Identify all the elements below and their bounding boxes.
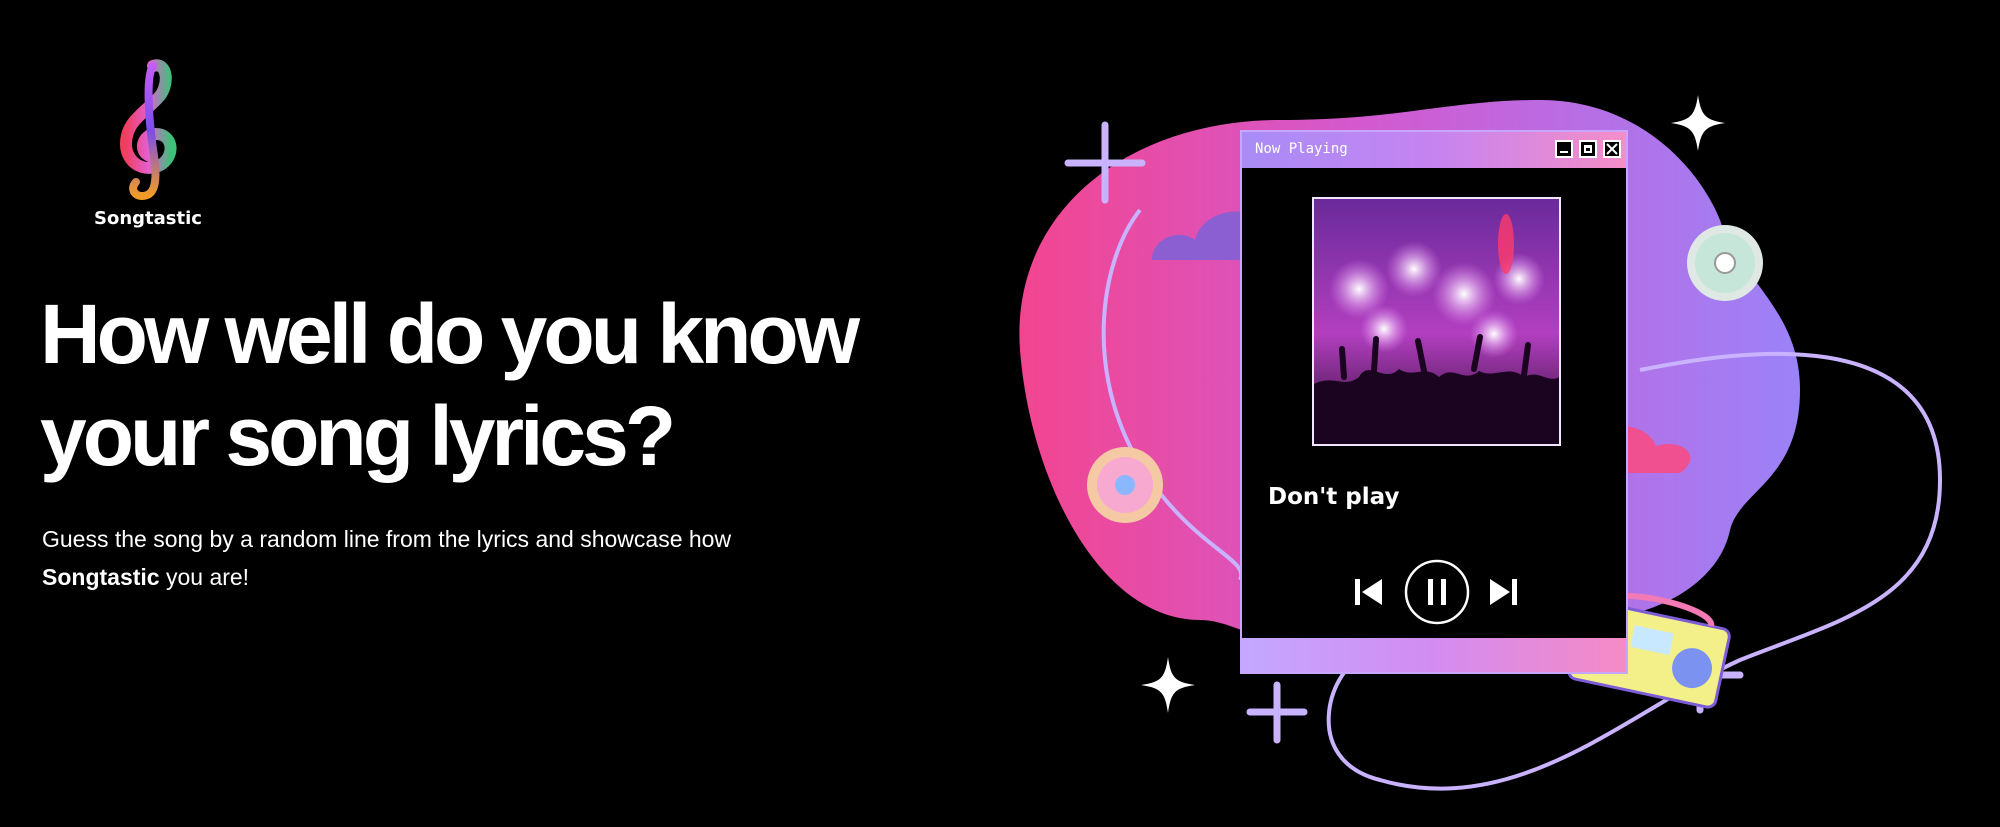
treble-clef-icon [119, 59, 177, 201]
minimize-icon[interactable] [1555, 140, 1573, 158]
playback-controls [1242, 557, 1626, 627]
pause-icon[interactable] [1404, 559, 1470, 630]
donut-sticker [1087, 447, 1163, 523]
subtitle-brand: Songtastic [42, 564, 160, 590]
hero-subtitle: Guess the song by a random line from the… [42, 520, 862, 596]
music-player-window: Now Playing Don't play [1240, 130, 1628, 674]
subtitle-prefix: Guess the song by a random line from the… [42, 526, 732, 552]
headline-line-1: How well do you know [40, 287, 860, 381]
window-title: Now Playing [1255, 141, 1348, 157]
cd-sticker [1687, 225, 1763, 301]
brand-logo[interactable]: Songtastic [78, 56, 218, 229]
close-icon[interactable] [1603, 140, 1621, 158]
hero-headline: How well do you know your song lyrics? [40, 283, 940, 487]
song-title: Don't play [1268, 484, 1400, 510]
headline-line-2: your song lyrics? [40, 389, 676, 483]
album-cover-image [1312, 197, 1561, 446]
brand-name: Songtastic [94, 208, 202, 229]
window-bottom-bar [1242, 638, 1626, 672]
plus-sparkle-bottom-left [1246, 681, 1308, 744]
star-sparkle-bottom-left [1141, 657, 1195, 713]
subtitle-suffix: you are! [165, 564, 250, 590]
window-titlebar[interactable]: Now Playing [1242, 132, 1626, 168]
maximize-icon[interactable] [1579, 140, 1597, 158]
star-sparkle-top-right [1671, 95, 1725, 151]
skip-previous-icon[interactable] [1354, 577, 1384, 612]
skip-next-icon[interactable] [1488, 577, 1518, 612]
